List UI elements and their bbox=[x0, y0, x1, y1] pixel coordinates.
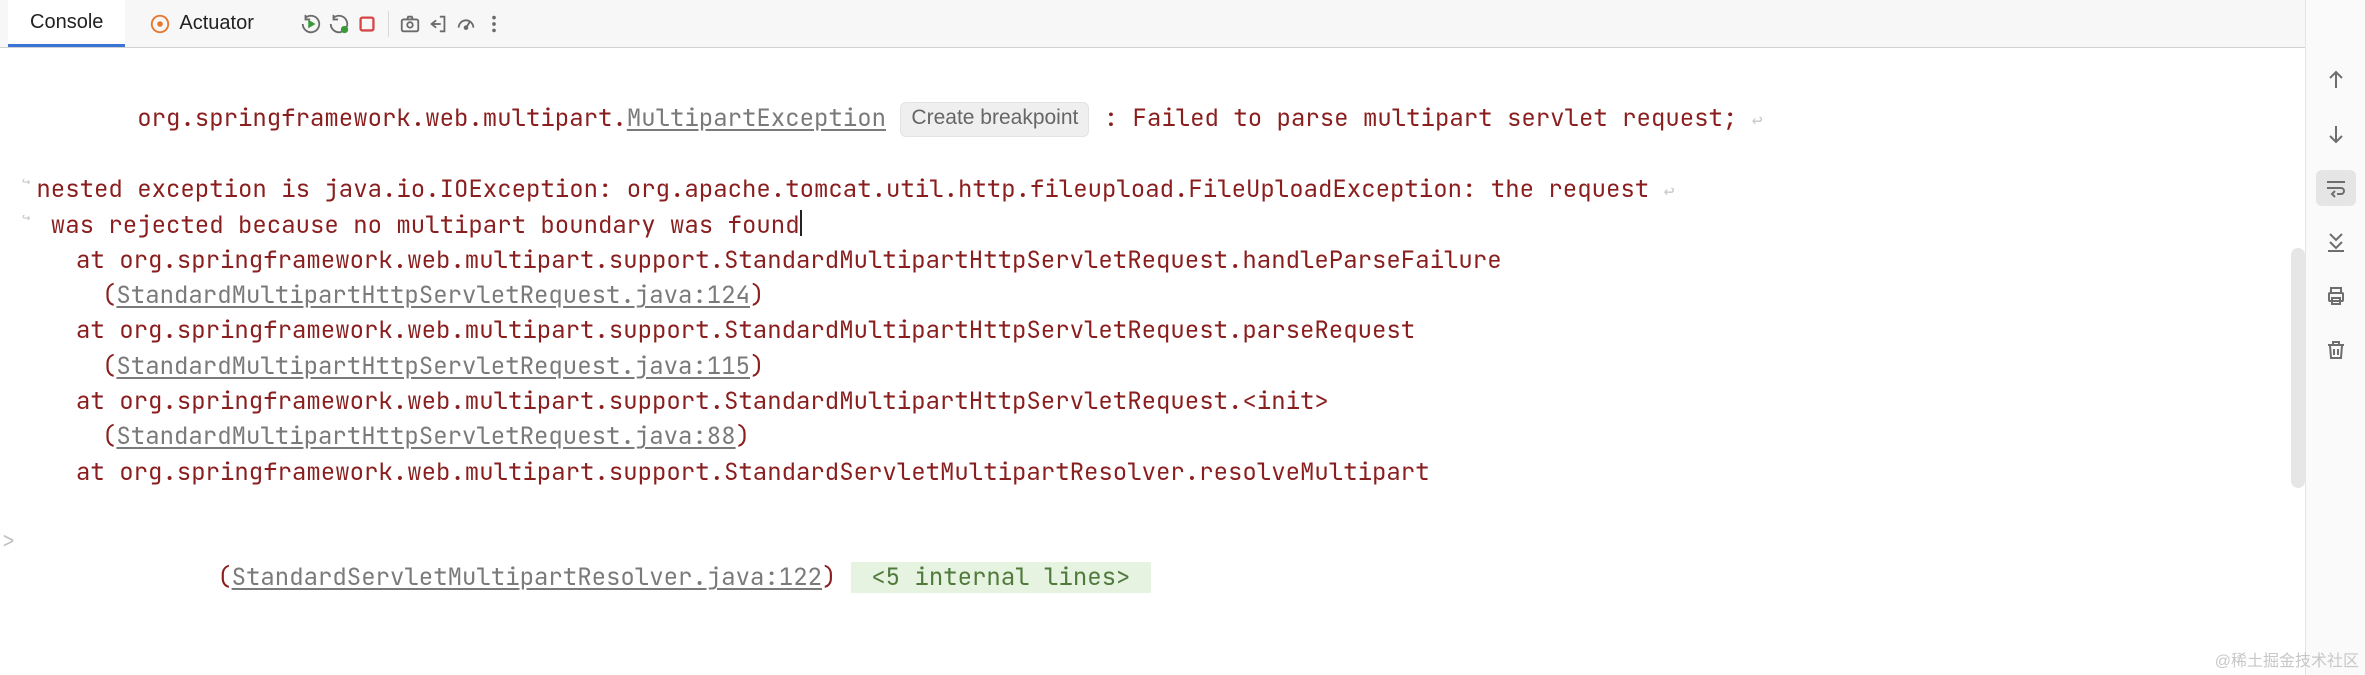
tab-console[interactable]: Console bbox=[8, 0, 125, 47]
next-occurrence-button[interactable] bbox=[2316, 116, 2356, 152]
print-button[interactable] bbox=[2316, 278, 2356, 314]
exception-msg-1: : Failed to parse multipart servlet requ… bbox=[1089, 103, 1737, 134]
tab-actuator[interactable]: Actuator bbox=[127, 0, 275, 47]
wrap-continuation-icon: ↪ bbox=[22, 172, 30, 193]
exception-line-1: org.springframework.web.multipart.Multip… bbox=[22, 66, 2295, 172]
exception-msg-2: nested exception is java.io.IOException:… bbox=[36, 174, 1649, 205]
stack-frame-1: at org.springframework.web.multipart.sup… bbox=[22, 313, 2295, 348]
scroll-to-end-button[interactable] bbox=[2316, 224, 2356, 260]
toolbar-separator bbox=[388, 11, 389, 37]
scrollbar[interactable] bbox=[2291, 248, 2305, 488]
screenshot-button[interactable] bbox=[397, 11, 423, 37]
source-link[interactable]: StandardServletMultipartResolver.java:12… bbox=[232, 562, 822, 593]
prev-occurrence-button[interactable] bbox=[2316, 62, 2356, 98]
exception-line-3: ↪ was rejected because no multipart boun… bbox=[22, 208, 2295, 243]
console-output[interactable]: org.springframework.web.multipart.Multip… bbox=[0, 48, 2305, 675]
rerun-modified-button[interactable] bbox=[326, 11, 352, 37]
input-prompt-icon: > bbox=[2, 525, 15, 557]
watermark: @稀土掘金技术社区 bbox=[2215, 647, 2359, 671]
tool-window-tabbar: Console Actuator bbox=[0, 0, 2305, 48]
exit-button[interactable] bbox=[425, 11, 451, 37]
gauge-button[interactable] bbox=[453, 11, 479, 37]
stop-button[interactable] bbox=[354, 11, 380, 37]
source-link[interactable]: StandardMultipartHttpServletRequest.java… bbox=[116, 280, 750, 311]
hidden-frames-toggle[interactable]: <5 internal lines> bbox=[851, 562, 1151, 593]
source-link[interactable]: StandardMultipartHttpServletRequest.java… bbox=[116, 421, 735, 452]
stack-loc-1: (StandardMultipartHttpServletRequest.jav… bbox=[22, 349, 2295, 384]
source-link[interactable]: StandardMultipartHttpServletRequest.java… bbox=[116, 351, 750, 382]
stack-frame-0: at org.springframework.web.multipart.sup… bbox=[22, 243, 2295, 278]
tab-actuator-label: Actuator bbox=[179, 12, 253, 35]
exception-class-prefix: org.springframework.web.multipart. bbox=[137, 103, 627, 134]
soft-wrap-button[interactable] bbox=[2316, 170, 2356, 206]
tab-console-label: Console bbox=[30, 11, 103, 34]
soft-wrap-glyph: ↩ bbox=[1664, 180, 1675, 203]
soft-wrap-glyph: ↩ bbox=[1752, 109, 1763, 132]
exception-msg-3: was rejected because no multipart bounda… bbox=[36, 210, 799, 241]
stack-loc-3: > (StandardServletMultipartResolver.java… bbox=[22, 490, 2295, 631]
rerun-button[interactable] bbox=[298, 11, 324, 37]
stack-frame-2: at org.springframework.web.multipart.sup… bbox=[22, 384, 2295, 419]
text-caret bbox=[800, 210, 802, 236]
exception-line-2: ↪ nested exception is java.io.IOExceptio… bbox=[22, 172, 2295, 207]
actuator-icon bbox=[149, 13, 171, 35]
exception-class-link[interactable]: MultipartException bbox=[627, 103, 886, 134]
console-side-toolbar bbox=[2305, 0, 2365, 675]
more-menu-button[interactable] bbox=[481, 11, 507, 37]
stack-loc-2: (StandardMultipartHttpServletRequest.jav… bbox=[22, 419, 2295, 454]
stack-loc-0: (StandardMultipartHttpServletRequest.jav… bbox=[22, 278, 2295, 313]
stack-frame-3: at org.springframework.web.multipart.sup… bbox=[22, 455, 2295, 490]
clear-all-button[interactable] bbox=[2316, 332, 2356, 368]
wrap-continuation-icon: ↪ bbox=[22, 208, 30, 229]
create-breakpoint-button[interactable]: Create breakpoint bbox=[900, 102, 1089, 137]
